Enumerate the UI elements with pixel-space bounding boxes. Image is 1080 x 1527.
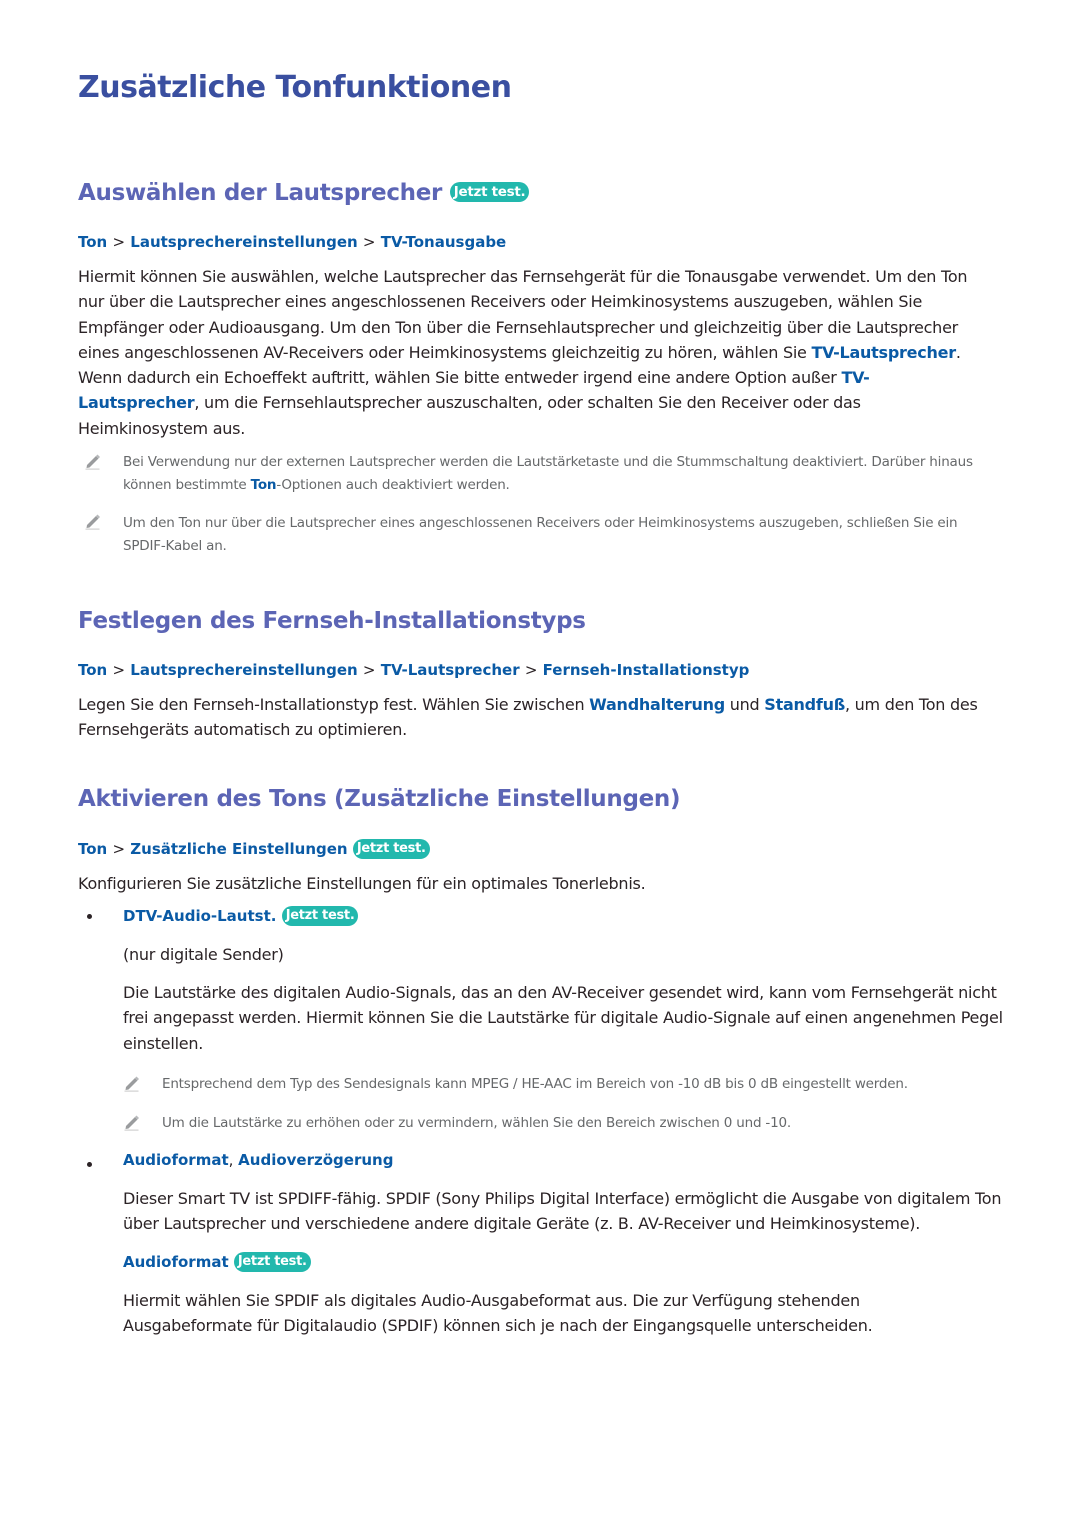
item-title: Audioformat, Audioverzögerung (123, 1151, 393, 1169)
path-item[interactable]: Lautsprechereinstellungen (130, 233, 357, 251)
note-pencil-icon (85, 514, 100, 530)
option-link[interactable]: Wandhalterung (589, 695, 725, 714)
note-pencil-icon (124, 1076, 139, 1092)
section-heading-text: Aktivieren des Tons (Zusätzliche Einstel… (78, 786, 681, 812)
bullet (87, 914, 92, 919)
item-subtitle: (nur digitale Sender) (123, 942, 1003, 967)
option-link[interactable]: Ton (251, 477, 277, 493)
try-now-badge[interactable]: Jetzt test. (352, 839, 430, 859)
path-item[interactable]: Fernseh-Installationstyp (543, 661, 750, 679)
section-heading-text: Festlegen des Fernseh-Installationstyps (78, 608, 586, 634)
path-separator: > (524, 661, 538, 679)
subsection-title-link[interactable]: Audioformat (123, 1253, 229, 1271)
section-heading-speaker-select: Auswählen der Lautsprecher Jetzt test. (78, 180, 530, 206)
item-body: Dieser Smart TV ist SPDIFF-fähig. SPDIF … (123, 1186, 1013, 1237)
subsection-title: Audioformat Jetzt test. (123, 1252, 311, 1272)
body-text: Hiermit wählen Sie SPDIF als digitales A… (123, 1291, 873, 1336)
item-body: Die Lautstärke des digitalen Audio-Signa… (123, 980, 1013, 1056)
note-text: Um die Lautstärke zu erhöhen oder zu ver… (162, 1112, 1022, 1135)
option-link[interactable]: TV-Lautsprecher (811, 343, 956, 362)
page-title: Zusätzliche Tonfunktionen (78, 70, 512, 105)
path-item[interactable]: Zusätzliche Einstellungen (130, 840, 347, 858)
body-text: Die Lautstärke des digitalen Audio-Signa… (123, 983, 1003, 1053)
note-pencil-icon (124, 1115, 139, 1131)
note-part: Um die Lautstärke zu erhöhen oder zu ver… (162, 1115, 791, 1131)
path-separator: > (112, 233, 126, 251)
body-text: Konfigurieren Sie zusätzliche Einstellun… (78, 874, 646, 893)
section-heading-text: Auswählen der Lautsprecher (78, 180, 443, 206)
item-title-link[interactable]: DTV-Audio-Lautst. (123, 907, 276, 925)
note-text: Um den Ton nur über die Lautsprecher ein… (123, 512, 1003, 557)
item-title-link[interactable]: Audioformat (123, 1151, 229, 1169)
section-heading-installation-type: Festlegen des Fernseh-Installationstyps (78, 608, 586, 634)
section-heading-additional-settings: Aktivieren des Tons (Zusätzliche Einstel… (78, 786, 681, 812)
option-link[interactable]: Standfuß (764, 695, 845, 714)
subtitle-text: (nur digitale Sender) (123, 945, 284, 964)
body-text: Dieser Smart TV ist SPDIFF-fähig. SPDIF … (123, 1189, 1002, 1234)
body-text: und (724, 695, 765, 714)
section-body: Legen Sie den Fernseh-Installationstyp f… (78, 692, 998, 743)
menu-path: Ton > Lautsprechereinstellungen > TV-Ton… (78, 233, 506, 251)
menu-path: Ton > Lautsprechereinstellungen > TV-Lau… (78, 661, 749, 679)
path-separator: > (362, 233, 376, 251)
body-text: Legen Sie den Fernseh-Installationstyp f… (78, 695, 590, 714)
item-title-link[interactable]: Audioverzögerung (238, 1151, 393, 1169)
section-body: Hiermit können Sie auswählen, welche Lau… (78, 264, 968, 441)
try-now-badge[interactable]: Jetzt test. (281, 906, 359, 926)
path-separator: > (112, 661, 126, 679)
note-part: -Optionen auch deaktiviert werden. (276, 476, 510, 493)
path-item[interactable]: Ton (78, 840, 107, 858)
title-separator: , (228, 1151, 239, 1169)
path-item[interactable]: Ton (78, 233, 107, 251)
menu-path: Ton > Zusätzliche Einstellungen Jetzt te… (78, 839, 430, 859)
path-item[interactable]: TV-Tonausgabe (381, 233, 507, 251)
body-text: , um die Fernsehlautsprecher auszuschalt… (78, 393, 861, 438)
item-title: DTV-Audio-Lautst. Jetzt test. (123, 906, 359, 926)
note-text: Bei Verwendung nur der externen Lautspre… (123, 451, 1013, 496)
subsection-body: Hiermit wählen Sie SPDIF als digitales A… (123, 1288, 923, 1339)
path-separator: > (362, 661, 376, 679)
try-now-badge[interactable]: Jetzt test. (449, 182, 530, 202)
section-body: Konfigurieren Sie zusätzliche Einstellun… (78, 871, 1008, 896)
note-part: Entsprechend dem Typ des Sendesignals ka… (162, 1076, 908, 1092)
path-item[interactable]: TV-Lautsprecher (381, 661, 520, 679)
note-pencil-icon (85, 454, 100, 470)
note-part: Um den Ton nur über die Lautsprecher ein… (123, 515, 958, 554)
bullet (87, 1162, 92, 1167)
try-now-badge[interactable]: Jetzt test. (233, 1252, 311, 1272)
path-item[interactable]: Ton (78, 661, 107, 679)
note-text: Entsprechend dem Typ des Sendesignals ka… (162, 1073, 1022, 1096)
path-separator: > (112, 840, 126, 858)
path-item[interactable]: Lautsprechereinstellungen (130, 661, 357, 679)
